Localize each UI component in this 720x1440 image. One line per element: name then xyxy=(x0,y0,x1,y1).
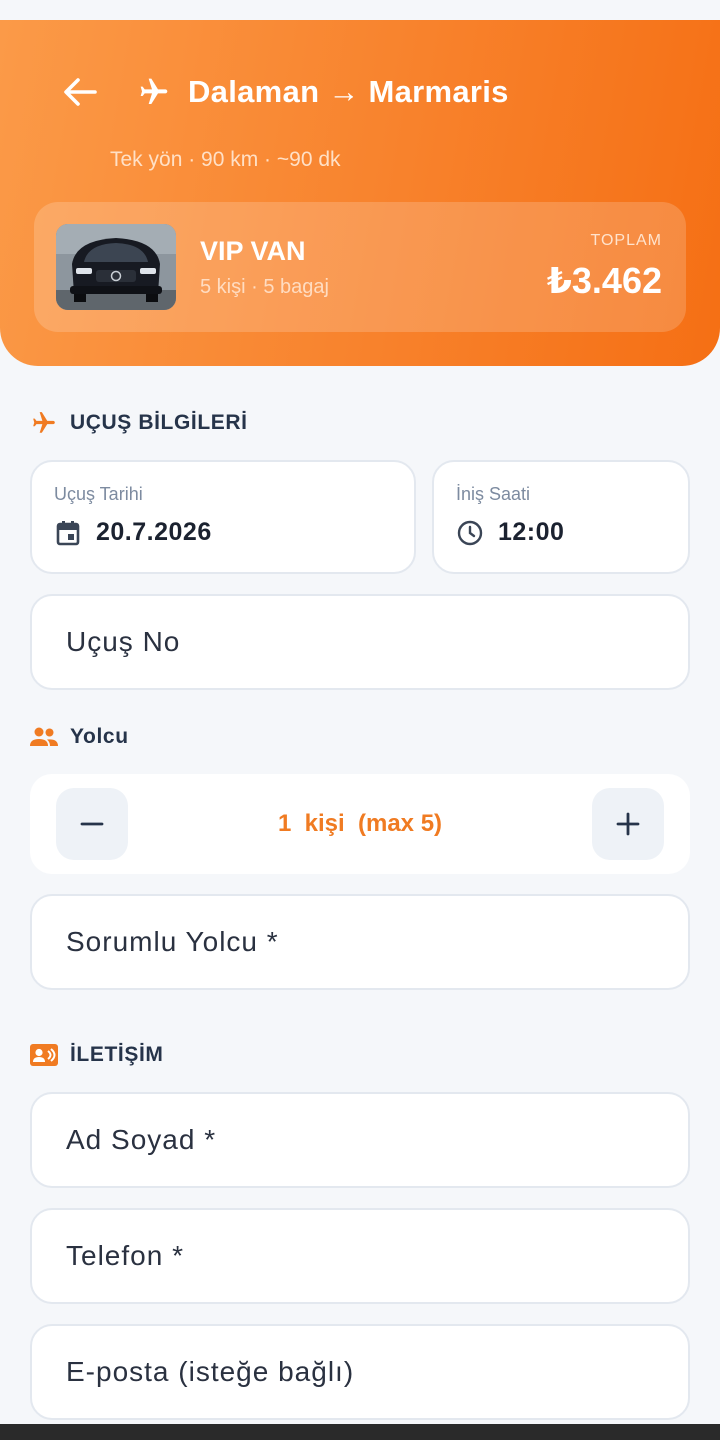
total-price: ₺3.462 xyxy=(546,260,662,301)
vehicle-capacity: 5 kişi · 5 bagaj xyxy=(200,276,329,298)
phone-input[interactable]: Telefon * xyxy=(30,1208,690,1304)
phone-placeholder: Telefon * xyxy=(66,1240,184,1271)
vehicle-name: VIP VAN xyxy=(200,236,306,266)
airplane-icon xyxy=(30,409,58,437)
total-label: TOPLAM xyxy=(590,232,662,249)
contact-section-title: İLETİŞİM xyxy=(30,1040,163,1070)
route-subtitle: Tek yön · 90 km · ~90 dk xyxy=(110,148,341,171)
email-placeholder: E-posta (isteğe bağlı) xyxy=(66,1356,355,1387)
increase-button[interactable] xyxy=(592,788,664,860)
flight-date-value: 20.7.2026 xyxy=(96,518,212,546)
people-icon xyxy=(30,723,58,751)
full-name-placeholder: Ad Soyad * xyxy=(66,1124,217,1155)
calendar-icon xyxy=(54,519,82,547)
system-nav-bar xyxy=(0,1424,720,1440)
section-title-text: Yolcu xyxy=(70,725,129,748)
passenger-section-title: Yolcu xyxy=(30,722,129,752)
email-input[interactable]: E-posta (isteğe bağlı) xyxy=(30,1324,690,1420)
clock-icon xyxy=(456,519,484,547)
flight-date-label: Uçuş Tarihi xyxy=(54,484,143,504)
flight-no-placeholder: Uçuş No xyxy=(66,626,181,657)
plus-icon xyxy=(616,812,640,836)
status-bar xyxy=(0,0,720,20)
landing-time-field[interactable]: İniş Saati 12:00 xyxy=(432,460,690,574)
responsible-passenger-input[interactable]: Sorumlu Yolcu * xyxy=(30,894,690,990)
flight-section-title: UÇUŞ BİLGİLERİ xyxy=(30,408,248,438)
back-button[interactable] xyxy=(56,72,104,112)
route-row: Dalaman → Marmaris xyxy=(138,72,509,112)
section-title-text: UÇUŞ BİLGİLERİ xyxy=(70,411,248,434)
flight-no-input[interactable]: Uçuş No xyxy=(30,594,690,690)
header: Dalaman → Marmaris Tek yön · 90 km · ~90… xyxy=(0,20,720,366)
airplane-icon xyxy=(140,78,168,104)
landing-time-value: 12:00 xyxy=(498,518,565,546)
flight-date-field[interactable]: Uçuş Tarihi 20.7.2026 xyxy=(30,460,416,574)
contact-card-icon xyxy=(30,1041,58,1069)
responsible-passenger-placeholder: Sorumlu Yolcu * xyxy=(66,926,279,957)
route-title: Dalaman → Marmaris xyxy=(188,74,509,109)
passenger-count: 1 kişi (max 5) xyxy=(277,810,443,837)
section-title-text: İLETİŞİM xyxy=(70,1043,164,1066)
vehicle-image xyxy=(56,224,176,310)
passenger-stepper: 1 kişi (max 5) xyxy=(30,774,690,874)
back-arrow-icon xyxy=(64,78,97,106)
full-name-input[interactable]: Ad Soyad * xyxy=(30,1092,690,1188)
vehicle-card: VIP VAN 5 kişi · 5 bagaj TOPLAM ₺3.462 xyxy=(34,202,686,332)
landing-time-label: İniş Saati xyxy=(456,484,531,504)
